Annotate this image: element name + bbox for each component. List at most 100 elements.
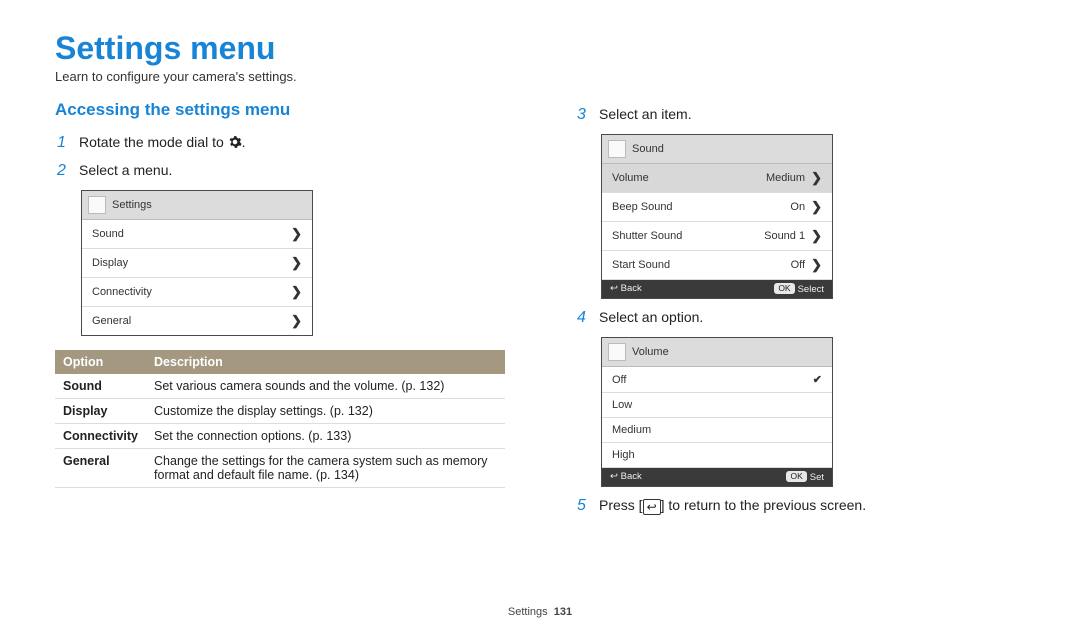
step-number: 1 bbox=[57, 134, 69, 152]
list-item-label: Low bbox=[612, 399, 632, 411]
list-item-label: Volume bbox=[612, 172, 649, 184]
step-number: 3 bbox=[577, 106, 589, 124]
list-item: General ❯ bbox=[82, 307, 312, 335]
section-heading: Accessing the settings menu bbox=[55, 100, 505, 120]
right-column: 3 Select an item. Sound Volume Medium ❯ Be… bbox=[575, 98, 1025, 525]
option-desc: Customize the display settings. (p. 132) bbox=[146, 399, 505, 424]
ok-key: OK bbox=[774, 283, 794, 294]
page-subtitle: Learn to configure your camera's setting… bbox=[55, 69, 1025, 84]
list-item-value: Medium bbox=[766, 172, 805, 184]
step-5-suffix: ] to return to the previous screen. bbox=[661, 497, 866, 513]
list-item: Sound ❯ bbox=[82, 220, 312, 249]
option-name: General bbox=[55, 449, 146, 488]
list-item: Shutter Sound Sound 1 ❯ bbox=[602, 222, 832, 251]
screen-footer: ↩ Back OK Set bbox=[602, 468, 832, 486]
list-item-label: Start Sound bbox=[612, 259, 670, 271]
list-item: Low bbox=[602, 393, 832, 418]
list-item: Connectivity ❯ bbox=[82, 278, 312, 307]
table-header-row: Option Description bbox=[55, 350, 505, 374]
chevron-right-icon: ❯ bbox=[811, 257, 822, 273]
screen-header: Sound bbox=[602, 135, 832, 164]
check-icon: ✔ bbox=[813, 373, 822, 386]
chevron-right-icon: ❯ bbox=[291, 284, 302, 300]
list-item-value: Off bbox=[791, 259, 805, 271]
options-table: Option Description SoundSet various came… bbox=[55, 350, 505, 488]
step-number: 2 bbox=[57, 162, 69, 180]
list-item: Display ❯ bbox=[82, 249, 312, 278]
camera-screen-settings: Settings Sound ❯ Display ❯ Connectivity ❯ G… bbox=[81, 190, 313, 336]
list-item: Medium bbox=[602, 418, 832, 443]
step-5-prefix: Press [ bbox=[599, 497, 643, 513]
list-item-label: Connectivity bbox=[92, 286, 152, 298]
list-item-label: Shutter Sound bbox=[612, 230, 682, 242]
list-item-label: High bbox=[612, 449, 635, 461]
option-name: Display bbox=[55, 399, 146, 424]
back-icon: ↩ bbox=[610, 471, 618, 482]
step-1-prefix: Rotate the mode dial to bbox=[79, 134, 228, 150]
left-column: Accessing the settings menu 1 Rotate the… bbox=[55, 98, 505, 525]
footer-ok-label: Select bbox=[798, 284, 824, 295]
footer-section: Settings bbox=[508, 606, 548, 618]
table-header: Option bbox=[55, 350, 146, 374]
list-item-label: Display bbox=[92, 257, 128, 269]
step-1-suffix: . bbox=[242, 134, 246, 150]
step-text: Select an option. bbox=[599, 309, 703, 325]
option-desc: Set the connection options. (p. 133) bbox=[146, 424, 505, 449]
table-row: ConnectivitySet the connection options. … bbox=[55, 424, 505, 449]
list-item-label: General bbox=[92, 315, 131, 327]
footer-back-label: Back bbox=[621, 283, 642, 294]
header-icon bbox=[88, 196, 106, 214]
chevron-right-icon: ❯ bbox=[811, 228, 822, 244]
option-name: Sound bbox=[55, 374, 146, 399]
option-desc: Change the settings for the camera syste… bbox=[146, 449, 505, 488]
step-text: Select a menu. bbox=[79, 162, 172, 178]
screen-footer: ↩ Back OKSelect bbox=[602, 280, 832, 298]
list-item: Off ✔ bbox=[602, 367, 832, 393]
option-desc: Set various camera sounds and the volume… bbox=[146, 374, 505, 399]
list-item-label: Medium bbox=[612, 424, 651, 436]
list-item-label: Off bbox=[612, 374, 626, 386]
screen-header-label: Sound bbox=[632, 143, 664, 155]
chevron-right-icon: ❯ bbox=[291, 255, 302, 271]
header-icon bbox=[608, 343, 626, 361]
table-row: DisplayCustomize the display settings. (… bbox=[55, 399, 505, 424]
chevron-right-icon: ❯ bbox=[811, 199, 822, 215]
footer-ok-label: Set bbox=[810, 472, 824, 483]
step-1: 1 Rotate the mode dial to . bbox=[57, 134, 505, 152]
step-2: 2 Select a menu. bbox=[57, 162, 505, 180]
step-text: Press [↩] to return to the previous scre… bbox=[599, 497, 866, 515]
footer-back-label: Back bbox=[621, 471, 642, 482]
table-header: Description bbox=[146, 350, 505, 374]
table-row: GeneralChange the settings for the camer… bbox=[55, 449, 505, 488]
step-number: 5 bbox=[577, 497, 589, 515]
ok-key: OK bbox=[786, 471, 806, 482]
step-3: 3 Select an item. bbox=[577, 106, 1025, 124]
list-item-label: Sound bbox=[92, 228, 124, 240]
list-item: Beep SoundOn❯ bbox=[602, 193, 832, 222]
chevron-right-icon: ❯ bbox=[811, 170, 822, 186]
page-title: Settings menu bbox=[55, 30, 1025, 67]
chevron-right-icon: ❯ bbox=[291, 313, 302, 329]
camera-screen-volume: Volume Off ✔ Low Medium High ↩ Back OK Set bbox=[601, 337, 833, 487]
option-name: Connectivity bbox=[55, 424, 146, 449]
step-text: Rotate the mode dial to . bbox=[79, 134, 246, 152]
screen-header: Settings bbox=[82, 191, 312, 220]
step-5: 5 Press [↩] to return to the previous sc… bbox=[577, 497, 1025, 515]
step-4: 4 Select an option. bbox=[577, 309, 1025, 327]
back-key-icon: ↩ bbox=[643, 499, 661, 515]
gear-icon bbox=[228, 135, 242, 152]
screen-header-label: Volume bbox=[632, 346, 669, 358]
step-number: 4 bbox=[577, 309, 589, 327]
list-item: Volume Medium ❯ bbox=[602, 164, 832, 193]
screen-header: Volume bbox=[602, 338, 832, 367]
step-text: Select an item. bbox=[599, 106, 692, 122]
list-item: High bbox=[602, 443, 832, 468]
header-icon bbox=[608, 140, 626, 158]
list-item-value: Sound 1 bbox=[764, 230, 805, 242]
chevron-right-icon: ❯ bbox=[291, 226, 302, 242]
camera-screen-sound: Sound Volume Medium ❯ Beep SoundOn❯ Shutte… bbox=[601, 134, 833, 299]
screen-header-label: Settings bbox=[112, 199, 152, 211]
footer-page-number: 131 bbox=[554, 606, 572, 618]
list-item: Start Sound Off ❯ bbox=[602, 251, 832, 280]
table-row: SoundSet various camera sounds and the v… bbox=[55, 374, 505, 399]
